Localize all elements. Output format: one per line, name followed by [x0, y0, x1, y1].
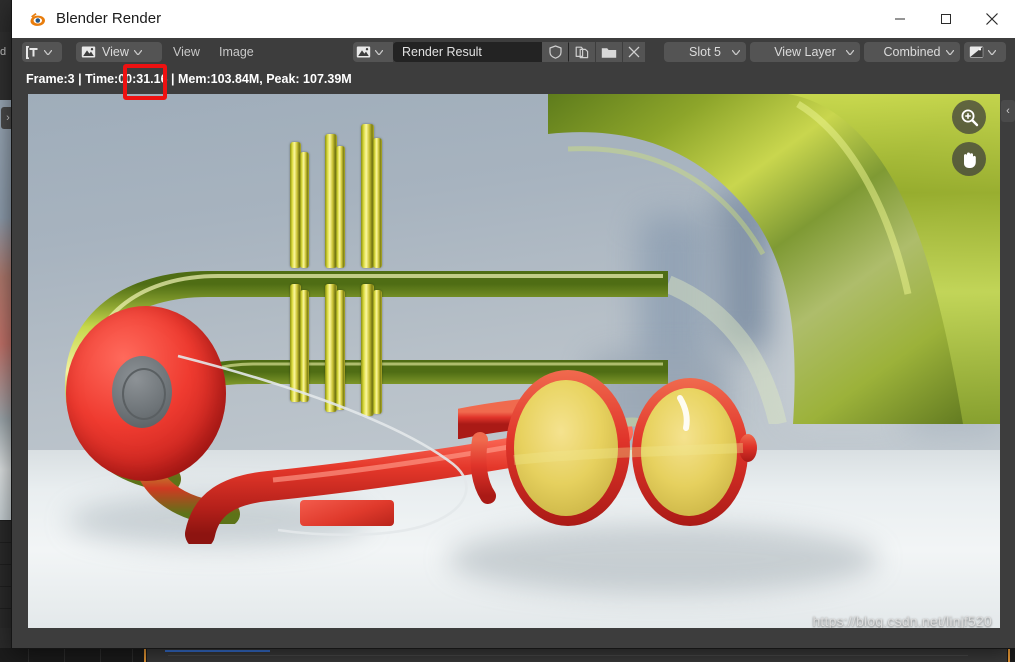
shield-icon [548, 45, 562, 59]
sunglasses [458, 370, 757, 526]
render-slot-label: Slot 5 [689, 45, 721, 59]
zoom-in-icon [961, 109, 978, 126]
folder-icon [601, 47, 617, 58]
chevron-left-icon: ‹ [1006, 105, 1010, 117]
image-datablock-button[interactable] [353, 42, 393, 62]
chevron-down-icon [944, 42, 956, 62]
open-image-button[interactable] [596, 42, 622, 62]
chevron-right-icon: › [6, 112, 10, 124]
display-mode-label: View [102, 45, 129, 59]
minimize-icon [895, 18, 905, 20]
watermark-text: https://blog.csdn.net/linjf520 [812, 613, 992, 628]
image-alpha-icon [966, 42, 986, 62]
hand-pan-icon [963, 152, 976, 168]
fake-user-button[interactable] [542, 42, 568, 62]
blender-render-window: Blender Render View View Image Render Re… [12, 0, 1015, 648]
editor-type-button[interactable] [22, 42, 62, 62]
x-icon [628, 46, 640, 58]
display-mode-button[interactable]: View [76, 42, 162, 62]
image-view-mode-icon [78, 42, 98, 62]
timeline-end-marker[interactable] [1008, 646, 1010, 662]
render-slot-dropdown[interactable]: Slot 5 [664, 42, 746, 62]
duplicate-image-button[interactable] [569, 42, 595, 62]
pan-tool-button[interactable] [952, 142, 986, 176]
close-icon [986, 13, 998, 25]
render-pass-label: Combined [883, 45, 941, 59]
maximize-button[interactable] [923, 0, 969, 38]
chevron-down-icon [844, 42, 856, 62]
chevron-down-icon [373, 42, 385, 62]
chevron-down-icon [730, 42, 742, 62]
menu-view[interactable]: View [164, 42, 209, 62]
headphone-driver-ring [122, 368, 166, 420]
chevron-down-icon [132, 42, 144, 62]
screen: d › Blender Render View View Image Rende… [0, 0, 1015, 662]
window-title: Blender Render [56, 10, 162, 27]
render-pass-dropdown[interactable]: Combined [864, 42, 960, 62]
timeline-cell [28, 648, 65, 662]
blender-logo-icon [29, 10, 48, 29]
window-footer [12, 628, 1015, 648]
trumpet-valve [373, 138, 382, 268]
render-status-bar: Frame:3 | Time:00:31.16 | Mem:103.84M, P… [12, 66, 1015, 94]
render-red-block [300, 500, 394, 526]
unlink-image-button[interactable] [623, 42, 645, 62]
copy-icon [575, 46, 589, 59]
timeline-playhead[interactable] [144, 646, 146, 662]
zoom-tool-button[interactable] [952, 100, 986, 134]
image-editor-type-icon [22, 42, 42, 62]
background-left-tab-label: d [0, 46, 7, 58]
close-button[interactable] [969, 0, 1015, 38]
menu-image[interactable]: Image [210, 42, 263, 62]
timeline-cell [0, 648, 29, 662]
chevron-down-icon [986, 42, 998, 62]
title-bar: Blender Render [12, 0, 1015, 38]
display-channels-button[interactable] [964, 42, 1006, 62]
timeline-cell [64, 648, 101, 662]
view-layer-label: View Layer [774, 45, 836, 59]
minimize-button[interactable] [877, 0, 923, 38]
render-status-text: Frame:3 | Time:00:31.16 | Mem:103.84M, P… [26, 72, 352, 86]
image-canvas[interactable]: https://blog.csdn.net/linjf520 ‹ [12, 94, 1015, 628]
trumpet-valve [336, 146, 345, 268]
timeline-cell [100, 648, 133, 662]
trumpet-valve [300, 152, 309, 268]
viewport-sidebar-toggle[interactable]: ‹ [1001, 100, 1015, 122]
chevron-down-icon [42, 42, 54, 62]
view-layer-dropdown[interactable]: View Layer [750, 42, 860, 62]
timeline-keyframe-bar [165, 650, 270, 652]
image-datablock-icon [353, 42, 373, 62]
timeline-channel-line [168, 655, 968, 656]
image-editor-header: View View Image Render Result Slot 5 Vie… [12, 38, 1015, 66]
render-result-image: https://blog.csdn.net/linjf520 [28, 94, 1000, 628]
maximize-icon [941, 14, 951, 24]
